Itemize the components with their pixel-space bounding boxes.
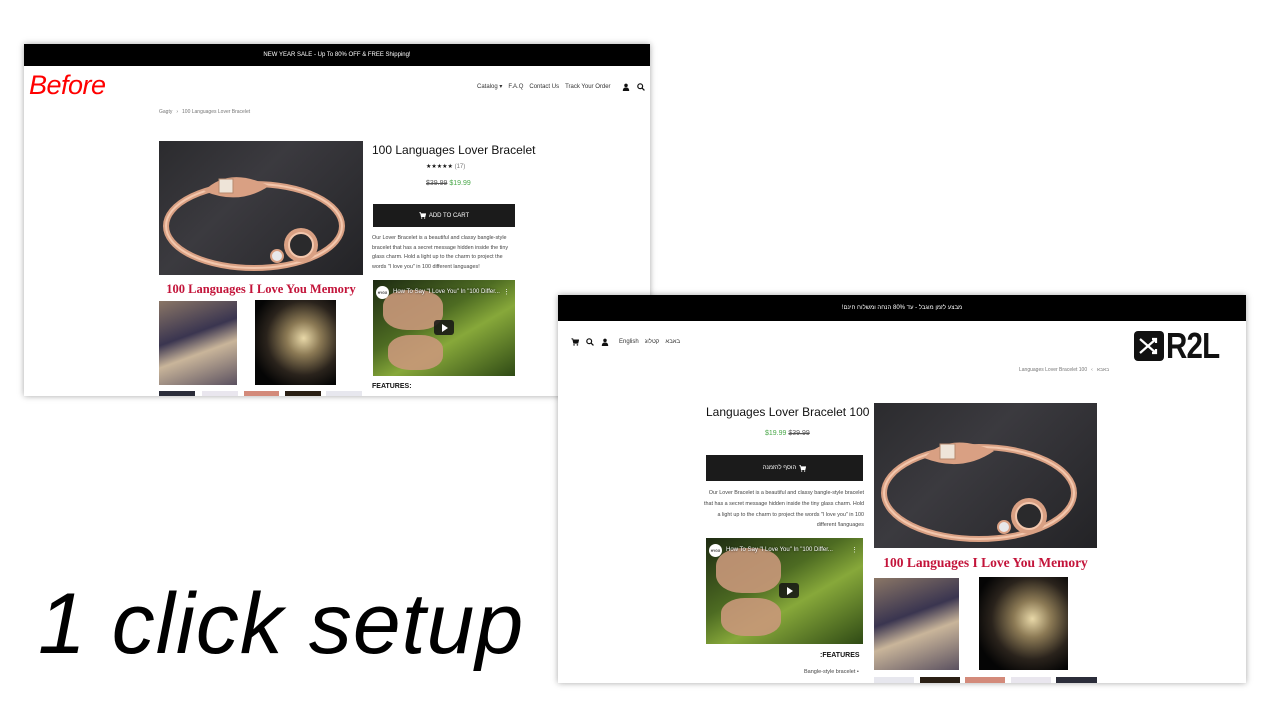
thumbnail-strip-3[interactable] [244,391,279,396]
product-title: Languages Lover Bracelet 100 [706,405,870,419]
promo-bar: מבצע לזמן מוגבל - עד 80% הנחה ומשלוח חינ… [558,295,1246,321]
thumbnail-projection[interactable] [979,577,1068,670]
chevron-down-icon: ▾ [499,84,503,90]
video-embed[interactable]: HYGG How To Say "I Love You" In "100 Dif… [373,280,515,376]
feature-item: Bangle-style bracelet • [804,669,859,675]
nav-faq[interactable]: F.A.Q [508,84,523,90]
thumbnail-phone[interactable] [159,301,237,385]
more-options-icon[interactable]: ⋮ [851,546,858,554]
thumbnail-strip-3[interactable] [965,677,1005,683]
channel-avatar: HYGG [709,544,722,557]
logo-mark-icon [1134,331,1164,361]
tagline: 1 click setup [38,576,525,672]
bracelet-image [881,442,1077,542]
thumbnail-strip-2[interactable] [920,677,960,683]
old-price: $39.99 [426,180,448,187]
add-to-cart-button[interactable]: ADD TO CART [373,204,515,227]
video-frame-hand [721,598,781,636]
before-screenshot: NEW YEAR SALE - Up To 80% OFF & FREE Shi… [24,44,650,396]
thumbnail-strip-4[interactable] [1011,677,1051,683]
breadcrumb-current: 100 Languages Lover Bracelet [182,109,251,115]
breadcrumb-current: Languages Lover Bracelet 100 [1019,367,1088,373]
play-button-icon[interactable] [779,583,799,598]
video-frame-hand [388,335,443,370]
features-heading: FEATURES: [372,383,412,390]
search-icon[interactable] [585,337,594,346]
main-nav: Catalog ▾ F.A.Q Contact Us Track Your Or… [477,82,650,91]
user-icon[interactable] [600,337,609,346]
video-frame-hand [716,548,781,593]
user-icon[interactable] [622,82,631,91]
video-title[interactable]: How To Say "I Love You" In "100 Differ..… [726,547,833,553]
product-description: Our Lover Bracelet is a beautiful and cl… [704,490,865,529]
main-nav: English קטלוג באבא [570,337,680,346]
bullet-icon: • [856,669,859,675]
breadcrumb: Gagty › 100 Languages Lover Bracelet [159,109,250,115]
logo-text: R2L [1166,325,1220,366]
review-count: (17) [454,164,466,170]
price: $39.99 $19.99 [426,180,471,187]
breadcrumb-separator: › [176,109,179,115]
image-banner: 100 Languages I Love You Memory [874,551,1097,575]
features-heading: :FEATURES [820,652,860,659]
site-logo[interactable]: R2L [1134,325,1231,366]
breadcrumb-separator: ‹ [1091,367,1093,373]
breadcrumb-home[interactable]: Gagty [159,109,172,115]
price: $19.99 $39.99 [765,430,810,437]
thumbnail-phone[interactable] [874,578,959,670]
product-main-image[interactable] [159,141,363,275]
search-icon[interactable] [637,82,646,91]
promo-bar: NEW YEAR SALE - Up To 80% OFF & FREE Shi… [24,44,650,66]
sale-price: $19.99 [449,180,471,187]
nav-catalog[interactable]: קטלוג [645,339,660,345]
thumbnail-strip-5[interactable] [1056,677,1097,683]
nav-contact-us[interactable]: Contact Us [529,84,559,90]
nav-language[interactable]: English [619,339,639,345]
nav-home[interactable]: באבא [665,339,680,345]
breadcrumb-home[interactable]: באבא [1097,367,1109,373]
old-price: $39.99 [788,430,810,437]
video-title[interactable]: How To Say "I Love You" In "100 Differ..… [393,289,500,295]
product-main-image[interactable] [874,403,1097,548]
cart-icon [799,464,807,472]
play-button-icon[interactable] [434,320,454,335]
bracelet-image [163,177,345,271]
product-description: Our Lover Bracelet is a beautiful and cl… [372,235,509,271]
breadcrumb: Languages Lover Bracelet 100 ‹ באבא [1019,367,1109,373]
after-screenshot: מבצע לזמן מוגבל - עד 80% הנחה ומשלוח חינ… [558,295,1246,683]
thumbnail-strip-2[interactable] [202,391,238,396]
image-banner: 100 Languages I Love You Memory [159,278,363,300]
thumbnail-strip-1[interactable] [159,391,195,396]
channel-avatar: HYGG [376,286,389,299]
video-embed[interactable]: HYGG How To Say "I Love You" In "100 Dif… [706,538,863,644]
add-to-cart-button[interactable]: הוסף להזמנה [706,455,863,481]
before-label: Before [29,70,106,100]
sale-price: $19.99 [765,430,787,437]
thumbnail-strip-1[interactable] [874,677,914,683]
nav-track-order[interactable]: Track Your Order [565,84,610,90]
nav-catalog-label: Catalog [477,84,498,90]
nav-catalog[interactable]: Catalog ▾ [477,83,502,90]
cart-icon[interactable] [570,337,579,346]
feature-item-text: Bangle-style bracelet [804,669,856,675]
cart-icon [419,212,426,219]
thumbnail-strip-4[interactable] [285,391,321,396]
rating[interactable]: ★★★★★ (17) [426,163,465,170]
thumbnail-projection[interactable] [255,300,336,385]
add-to-cart-label: ADD TO CART [428,212,470,219]
comparison-stage: NEW YEAR SALE - Up To 80% OFF & FREE Shi… [0,0,1280,720]
add-to-cart-label: הוסף להזמנה [762,465,797,471]
more-options-icon[interactable]: ⋮ [503,288,510,296]
thumbnail-strip-5[interactable] [326,391,362,396]
rating-stars: ★★★★★ [426,164,453,170]
product-title: 100 Languages Lover Bracelet [372,143,536,157]
